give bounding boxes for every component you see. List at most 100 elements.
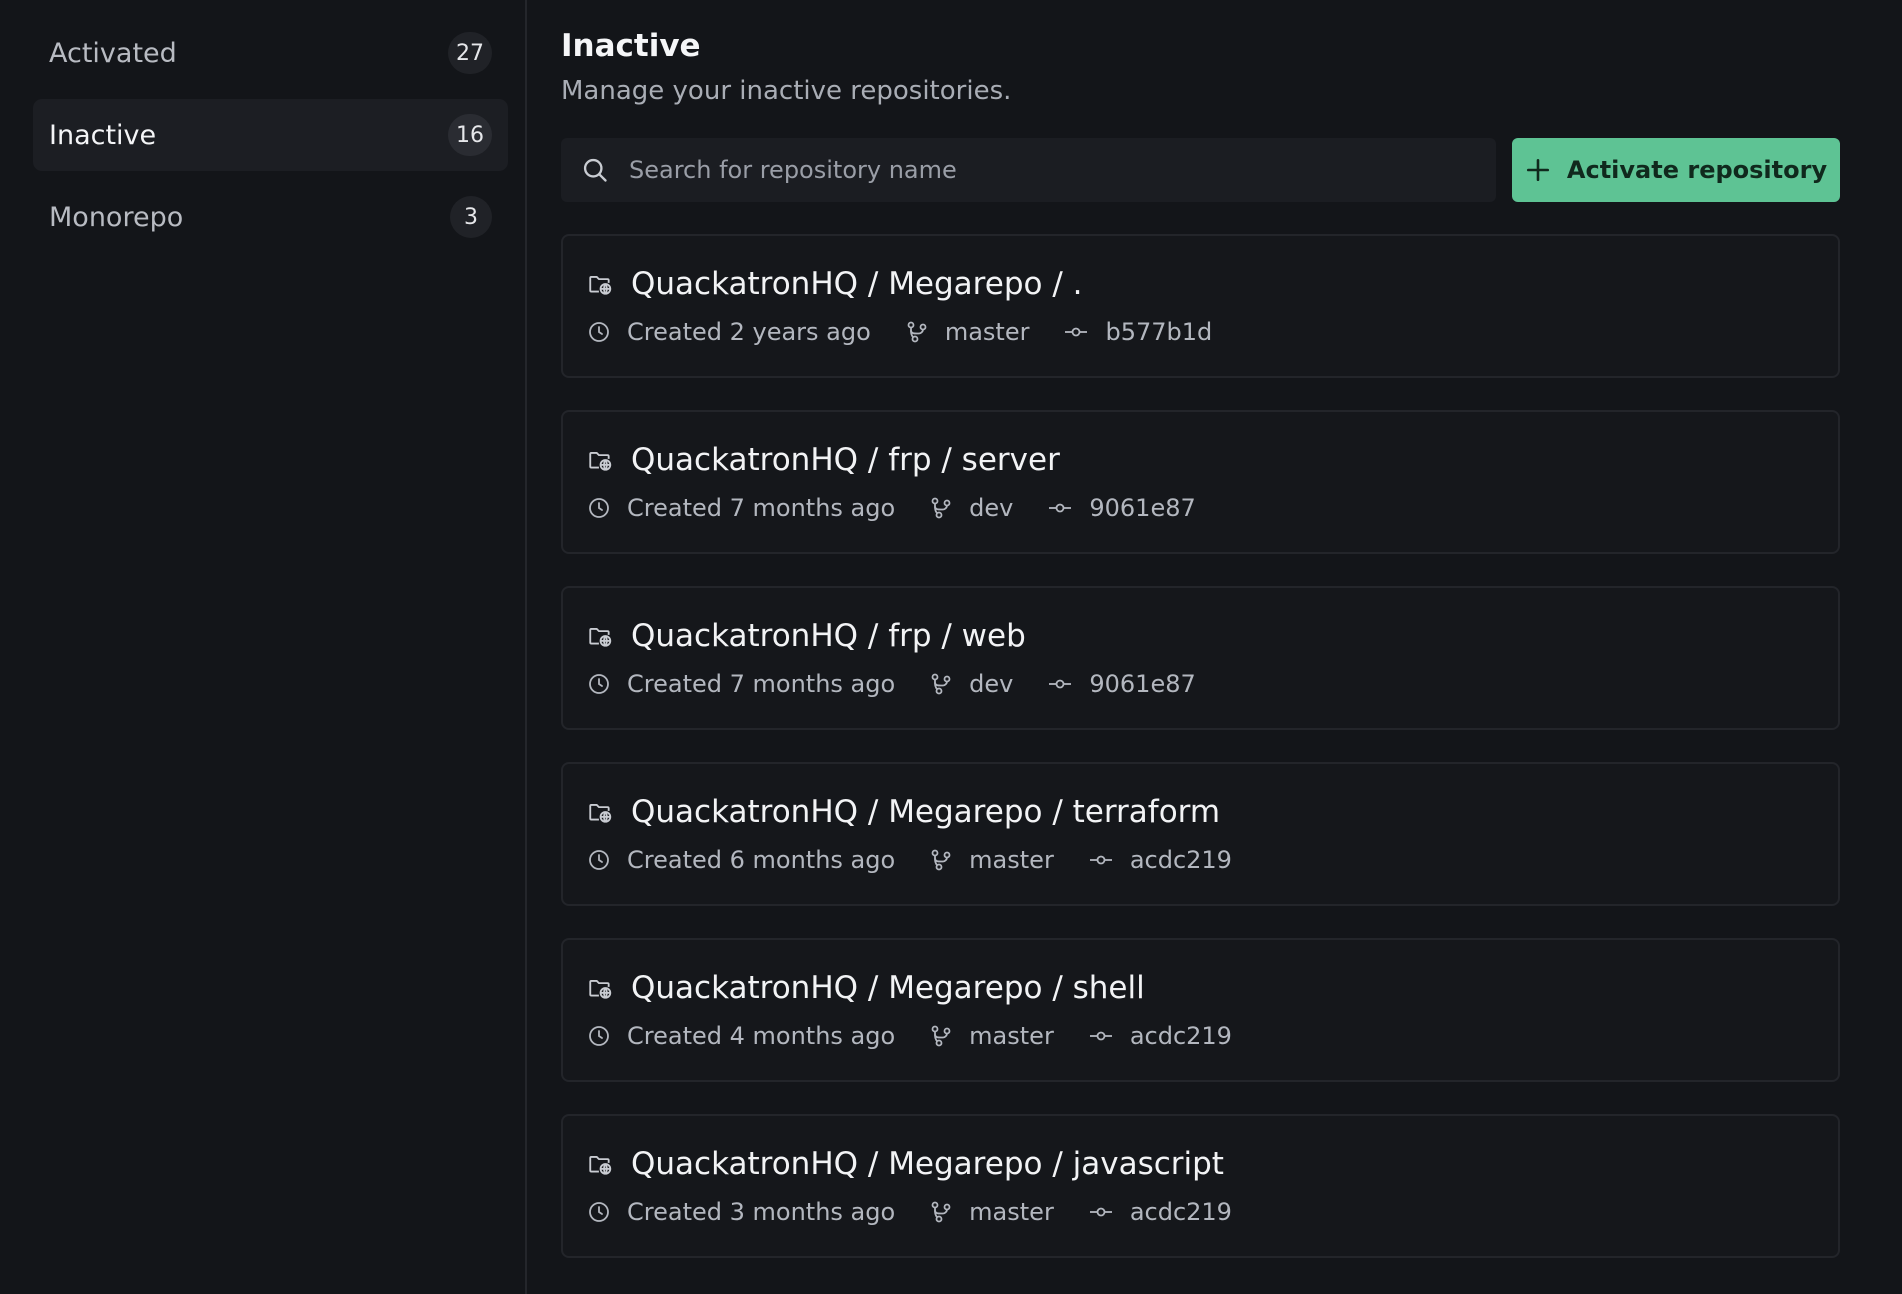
- created-text: Created 7 months ago: [627, 670, 896, 698]
- branch-info: dev: [929, 494, 1013, 522]
- repository-name: QuackatronHQ / Megarepo / shell: [631, 970, 1145, 1006]
- repository-title: QuackatronHQ / frp / server: [587, 442, 1814, 478]
- created-text: Created 7 months ago: [627, 494, 896, 522]
- sidebar-item-activated[interactable]: Activated 27: [33, 17, 508, 89]
- branch-name: master: [969, 846, 1054, 874]
- created-info: Created 7 months ago: [587, 670, 895, 698]
- repository-name: QuackatronHQ / Megarepo / terraform: [631, 794, 1221, 830]
- clock-icon: [587, 320, 611, 344]
- folder-globe-icon: [587, 271, 613, 297]
- search-box[interactable]: [561, 138, 1496, 202]
- branch-info: master: [929, 846, 1054, 874]
- created-text: Created 6 months ago: [627, 846, 896, 874]
- repository-list: QuackatronHQ / Megarepo / . Created 2 ye…: [561, 234, 1840, 1258]
- folder-globe-icon: [587, 975, 613, 1001]
- git-commit-icon: [1088, 848, 1114, 872]
- repository-card[interactable]: QuackatronHQ / Megarepo / shell Created …: [561, 938, 1840, 1082]
- clock-icon: [587, 496, 611, 520]
- sidebar-item-count: 16: [448, 114, 492, 156]
- git-branch-icon: [905, 320, 929, 344]
- commit-info: acdc219: [1088, 1198, 1232, 1226]
- commit-info: 9061e87: [1047, 494, 1196, 522]
- plus-icon: [1525, 157, 1551, 183]
- folder-globe-icon: [587, 799, 613, 825]
- repository-title: QuackatronHQ / Megarepo / terraform: [587, 794, 1814, 830]
- clock-icon: [587, 848, 611, 872]
- activate-repository-label: Activate repository: [1566, 156, 1828, 184]
- git-branch-icon: [929, 1200, 953, 1224]
- main-content: Inactive Manage your inactive repositori…: [527, 0, 1902, 1294]
- sidebar-item-inactive[interactable]: Inactive 16: [33, 99, 508, 171]
- created-text: Created 2 years ago: [627, 318, 871, 346]
- repository-card[interactable]: QuackatronHQ / Megarepo / terraform Crea…: [561, 762, 1840, 906]
- git-commit-icon: [1088, 1024, 1114, 1048]
- repository-card[interactable]: QuackatronHQ / frp / web Created 7 month…: [561, 586, 1840, 730]
- repository-meta: Created 2 years ago master b577b1d: [587, 318, 1814, 346]
- clock-icon: [587, 1024, 611, 1048]
- commit-info: acdc219: [1088, 846, 1232, 874]
- sidebar-item-label: Monorepo: [49, 201, 184, 233]
- created-text: Created 3 months ago: [627, 1198, 896, 1226]
- commit-hash: 9061e87: [1089, 494, 1196, 522]
- created-text: Created 4 months ago: [627, 1022, 896, 1050]
- repository-title: QuackatronHQ / Megarepo / .: [587, 266, 1814, 302]
- page-subtitle: Manage your inactive repositories.: [561, 76, 1012, 106]
- sidebar-item-count: 3: [450, 196, 492, 238]
- sidebar-item-label: Activated: [49, 37, 177, 69]
- repository-title: QuackatronHQ / frp / web: [587, 618, 1814, 654]
- toolbar: Activate repository: [561, 138, 1840, 202]
- repository-card[interactable]: QuackatronHQ / Megarepo / javascript Cre…: [561, 1114, 1840, 1258]
- branch-name: dev: [969, 494, 1014, 522]
- git-commit-icon: [1063, 320, 1089, 344]
- repository-meta: Created 7 months ago dev 9061e87: [587, 494, 1814, 522]
- page-title: Inactive: [561, 28, 701, 64]
- repository-card[interactable]: QuackatronHQ / frp / server Created 7 mo…: [561, 410, 1840, 554]
- repository-card[interactable]: QuackatronHQ / Megarepo / . Created 2 ye…: [561, 234, 1840, 378]
- search-input[interactable]: [629, 156, 1476, 184]
- branch-name: master: [969, 1198, 1054, 1226]
- repository-name: QuackatronHQ / Megarepo / .: [631, 266, 1083, 302]
- commit-hash: 9061e87: [1089, 670, 1196, 698]
- commit-hash: acdc219: [1129, 846, 1232, 874]
- branch-info: master: [905, 318, 1030, 346]
- branch-info: master: [929, 1198, 1054, 1226]
- branch-name: dev: [969, 670, 1014, 698]
- repository-title: QuackatronHQ / Megarepo / shell: [587, 970, 1814, 1006]
- commit-hash: acdc219: [1129, 1198, 1232, 1226]
- git-commit-icon: [1047, 496, 1073, 520]
- git-branch-icon: [929, 1024, 953, 1048]
- git-commit-icon: [1088, 1200, 1114, 1224]
- git-branch-icon: [929, 672, 953, 696]
- folder-globe-icon: [587, 447, 613, 473]
- created-info: Created 2 years ago: [587, 318, 871, 346]
- app-root: Activated 27 Inactive 16 Monorepo 3 Inac…: [0, 0, 1902, 1294]
- repository-name: QuackatronHQ / Megarepo / javascript: [631, 1146, 1224, 1182]
- sidebar-item-label: Inactive: [49, 119, 157, 151]
- git-branch-icon: [929, 496, 953, 520]
- commit-hash: acdc219: [1129, 1022, 1232, 1050]
- git-branch-icon: [929, 848, 953, 872]
- sidebar-item-count: 27: [448, 32, 492, 74]
- git-commit-icon: [1047, 672, 1073, 696]
- repository-meta: Created 3 months ago master acdc219: [587, 1198, 1814, 1226]
- branch-info: master: [929, 1022, 1054, 1050]
- clock-icon: [587, 672, 611, 696]
- branch-name: master: [944, 318, 1030, 346]
- sidebar-item-monorepo[interactable]: Monorepo 3: [33, 181, 508, 253]
- commit-hash: b577b1d: [1105, 318, 1213, 346]
- folder-globe-icon: [587, 1151, 613, 1177]
- repository-name: QuackatronHQ / frp / server: [631, 442, 1060, 478]
- clock-icon: [587, 1200, 611, 1224]
- repository-meta: Created 4 months ago master acdc219: [587, 1022, 1814, 1050]
- commit-info: acdc219: [1088, 1022, 1232, 1050]
- created-info: Created 7 months ago: [587, 494, 895, 522]
- created-info: Created 4 months ago: [587, 1022, 895, 1050]
- folder-globe-icon: [587, 623, 613, 649]
- created-info: Created 6 months ago: [587, 846, 895, 874]
- search-icon: [581, 156, 609, 184]
- repository-name: QuackatronHQ / frp / web: [631, 618, 1026, 654]
- repository-title: QuackatronHQ / Megarepo / javascript: [587, 1146, 1814, 1182]
- activate-repository-button[interactable]: Activate repository: [1512, 138, 1840, 202]
- repository-meta: Created 6 months ago master acdc219: [587, 846, 1814, 874]
- branch-info: dev: [929, 670, 1013, 698]
